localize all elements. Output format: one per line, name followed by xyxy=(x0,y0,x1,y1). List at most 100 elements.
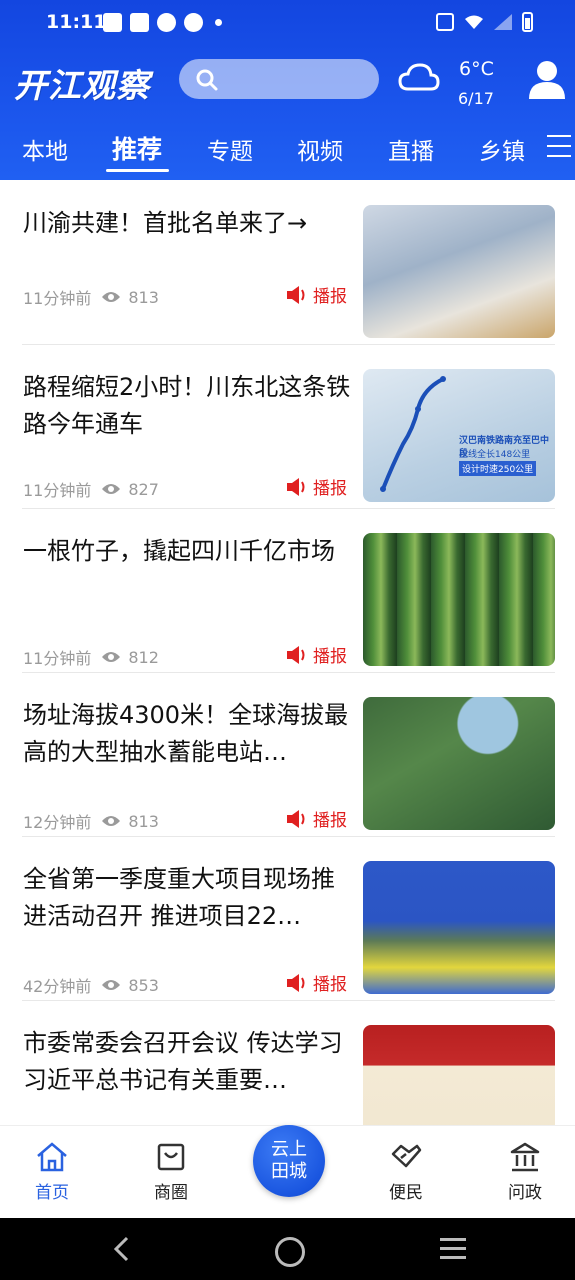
tab-towns[interactable]: 乡镇 xyxy=(479,132,525,166)
more-notifications-dot-icon xyxy=(215,19,222,26)
nav-business-label: 商圈 xyxy=(154,1183,188,1203)
bag-icon xyxy=(157,1143,185,1171)
eye-icon xyxy=(102,816,121,826)
eye-icon xyxy=(102,652,121,662)
news-time: 11分钟前 xyxy=(23,649,92,668)
news-thumbnail[interactable]: 汉巴南铁路南充至巴中段 正线全长148公里 设计时速250公里 xyxy=(363,369,555,502)
eye-icon xyxy=(102,980,121,990)
thumb-caption: 设计时速250公里 xyxy=(459,461,537,476)
category-tabs: 本地 推荐 专题 视频 直播 乡镇 xyxy=(0,126,575,176)
news-views: 813 xyxy=(128,287,159,307)
news-item[interactable]: 场址海拔4300米！全球海拔最高的大型抽水蓄能电站… 12分钟前 813 播报 xyxy=(22,672,555,837)
news-item[interactable]: 一根竹子，撬起四川千亿市场 11分钟前 812 播报 xyxy=(22,508,555,673)
news-views: 853 xyxy=(128,975,159,995)
back-icon[interactable] xyxy=(112,1236,130,1262)
nav-business[interactable]: 商圈 xyxy=(131,1142,211,1203)
audio-play-button[interactable]: 播报 xyxy=(286,282,347,307)
audio-play-button[interactable]: 播报 xyxy=(286,806,347,831)
news-title: 路程缩短2小时！川东北这条铁路今年通车 xyxy=(23,373,351,438)
nav-gov[interactable]: 问政 xyxy=(485,1142,565,1203)
news-thumbnail[interactable] xyxy=(363,861,555,994)
vibrate-icon xyxy=(436,13,454,31)
audio-play-label: 播报 xyxy=(313,287,347,307)
nav-gov-label: 问政 xyxy=(508,1183,542,1203)
nav-home[interactable]: 首页 xyxy=(12,1142,92,1203)
weather-temperature: 6°C xyxy=(459,58,494,80)
eye-icon xyxy=(102,484,121,494)
tab-topics[interactable]: 专题 xyxy=(207,132,253,166)
news-meta: 11分钟前 812 xyxy=(23,645,159,669)
audio-play-label: 播报 xyxy=(313,647,347,667)
nav-service[interactable]: 便民 xyxy=(366,1142,446,1203)
news-meta: 11分钟前 813 xyxy=(23,285,159,309)
audio-play-button[interactable]: 播报 xyxy=(286,474,347,499)
news-item[interactable]: 市委常委会召开会议 传达学习习近平总书记有关重要… xyxy=(22,1000,555,1125)
cloud-city-button[interactable]: 云上 田城 xyxy=(253,1125,325,1197)
audio-play-label: 播报 xyxy=(313,975,347,995)
tab-recommended[interactable]: 推荐 xyxy=(112,130,162,166)
news-meta: 12分钟前 813 xyxy=(23,809,159,833)
news-feed: 川渝共建！首批名单来了→ 11分钟前 813 播报 路程缩短2小时！川东北这条铁… xyxy=(0,180,575,1125)
building-icon xyxy=(510,1142,540,1172)
home-circle-icon[interactable] xyxy=(275,1237,305,1267)
home-icon xyxy=(37,1142,67,1172)
app-notification-icon xyxy=(157,13,176,32)
app-header: 11:11 开江观察 6°C 6/17 本地 推荐 专题 视频 直播 乡镇 xyxy=(0,0,575,180)
news-meta: 11分钟前 827 xyxy=(23,477,159,501)
audio-play-label: 播报 xyxy=(313,811,347,831)
news-meta: 42分钟前 853 xyxy=(23,973,159,997)
recent-apps-icon[interactable] xyxy=(440,1238,466,1265)
battery-icon xyxy=(522,12,533,32)
app-notification-icon xyxy=(184,13,203,32)
bottom-navigation: 首页 商圈 云上 田城 便民 问政 xyxy=(0,1125,575,1219)
mail-notification-icon xyxy=(103,13,122,32)
news-title: 全省第一季度重大项目现场推进活动召开 推进项目22… xyxy=(23,865,335,930)
cloud-icon xyxy=(398,63,440,91)
app-logo: 开江观察 xyxy=(14,66,150,105)
news-item[interactable]: 路程缩短2小时！川东北这条铁路今年通车 11分钟前 827 播报 汉巴南铁路南充… xyxy=(22,344,555,509)
audio-play-button[interactable]: 播报 xyxy=(286,970,347,995)
weather-date: 6/17 xyxy=(458,89,494,108)
nav-home-label: 首页 xyxy=(35,1183,69,1203)
mail-notification-icon xyxy=(130,13,149,32)
wifi-icon xyxy=(465,15,483,29)
news-item[interactable]: 川渝共建！首批名单来了→ 11分钟前 813 播报 xyxy=(22,180,555,345)
speaker-icon xyxy=(287,809,305,828)
audio-play-label: 播报 xyxy=(313,479,347,499)
speaker-icon xyxy=(287,645,305,664)
news-time: 12分钟前 xyxy=(23,813,92,832)
news-views: 812 xyxy=(128,647,159,667)
status-bar: 11:11 xyxy=(0,0,575,46)
active-tab-indicator xyxy=(106,169,169,172)
news-item[interactable]: 全省第一季度重大项目现场推进活动召开 推进项目22… 42分钟前 853 播报 xyxy=(22,836,555,1001)
news-title: 一根竹子，撬起四川千亿市场 xyxy=(23,537,335,565)
speaker-icon xyxy=(287,477,305,496)
news-thumbnail[interactable] xyxy=(363,1025,555,1125)
tab-video[interactable]: 视频 xyxy=(297,132,343,166)
news-thumbnail[interactable] xyxy=(363,697,555,830)
search-icon xyxy=(196,69,218,91)
user-icon[interactable] xyxy=(528,59,566,99)
tab-live[interactable]: 直播 xyxy=(388,132,434,166)
signal-icon xyxy=(494,14,512,30)
menu-icon[interactable] xyxy=(547,135,571,165)
news-thumbnail[interactable] xyxy=(363,533,555,666)
eye-icon xyxy=(102,292,121,302)
search-bar[interactable] xyxy=(179,59,379,99)
news-time: 42分钟前 xyxy=(23,977,92,996)
news-time: 11分钟前 xyxy=(23,289,92,308)
system-status-icons xyxy=(436,12,533,32)
handshake-icon xyxy=(391,1144,422,1168)
news-time: 11分钟前 xyxy=(23,481,92,500)
news-title: 市委常委会召开会议 传达学习习近平总书记有关重要… xyxy=(23,1029,343,1094)
center-button-line2: 田城 xyxy=(271,1161,307,1182)
news-views: 813 xyxy=(128,811,159,831)
news-thumbnail[interactable] xyxy=(363,205,555,338)
speaker-icon xyxy=(287,973,305,992)
top-bar: 开江观察 6°C 6/17 xyxy=(0,50,575,110)
system-navigation-bar xyxy=(0,1218,575,1280)
thumb-caption: 正线全长148公里 xyxy=(459,450,531,460)
news-views: 827 xyxy=(128,479,159,499)
tab-local[interactable]: 本地 xyxy=(22,132,68,166)
audio-play-button[interactable]: 播报 xyxy=(286,642,347,667)
